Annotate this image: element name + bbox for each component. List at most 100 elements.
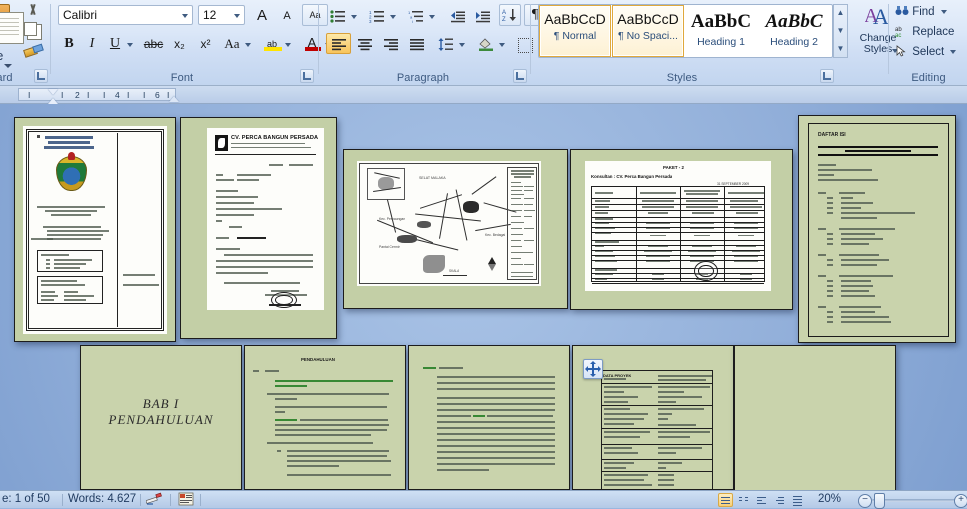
view-outline-button[interactable] [772, 493, 787, 507]
ruler-bar: I I 2 I I 4 I I 6 I [0, 86, 967, 111]
zoom-out-button[interactable]: − [858, 494, 872, 508]
page-thumbnail-data-table[interactable]: DATA PROYEK [572, 345, 734, 490]
cell-text [604, 408, 630, 410]
cell-text [644, 251, 672, 253]
format-painter-icon[interactable] [24, 44, 42, 58]
shrink-font-button[interactable]: A [275, 5, 299, 25]
proofing-errors-icon[interactable] [145, 492, 164, 509]
text-highlight-button[interactable]: ab [260, 33, 284, 54]
move-cursor-icon[interactable] [583, 359, 603, 379]
box-line [64, 291, 78, 293]
decrease-indent-button[interactable] [446, 5, 470, 26]
styles-dialog-launcher[interactable] [820, 69, 834, 83]
right-indent-marker[interactable] [169, 96, 179, 102]
font-name-combo[interactable]: Calibri [58, 5, 193, 25]
style-item-normal[interactable]: AaBbCcD ¶ Normal [539, 5, 611, 57]
more-styles-arrow[interactable]: ▼ [834, 41, 847, 57]
zoom-in-button[interactable]: + [954, 494, 967, 508]
toc-entry-title [841, 285, 873, 287]
sort-button[interactable]: AZ [499, 4, 521, 26]
body-text-line [437, 388, 555, 390]
ribbon: ste board Calibri 12 A A [0, 0, 967, 86]
cut-icon[interactable] [26, 4, 40, 18]
page-thumbnail-map[interactable]: SELAT MALAKA Kec. Perbaungan Kec. Bedaga… [343, 149, 568, 309]
find-button[interactable]: Find [895, 5, 947, 18]
underline-dropdown[interactable] [126, 33, 137, 54]
cell-text [658, 447, 702, 449]
change-case-dropdown[interactable] [244, 33, 255, 54]
view-print-layout-button[interactable] [718, 493, 733, 507]
bullets-dropdown[interactable] [350, 5, 361, 26]
copy-icon[interactable] [24, 22, 42, 40]
align-center-button[interactable] [352, 33, 377, 54]
page-indicator[interactable]: e: 1 of 50 [2, 493, 50, 505]
page-thumbnail-cover[interactable] [14, 117, 176, 342]
legend-entry [511, 222, 524, 224]
first-line-indent-marker[interactable] [48, 89, 58, 95]
grow-font-button[interactable]: A [250, 5, 274, 25]
page-thumbnail-body[interactable] [408, 345, 570, 490]
numbering-dropdown[interactable] [389, 5, 400, 26]
cover-box-2 [37, 276, 103, 304]
line-spacing-dropdown[interactable] [458, 33, 469, 54]
ruler-tick: I [28, 90, 31, 100]
align-left-button[interactable] [326, 33, 351, 54]
highlight-dropdown[interactable] [284, 33, 295, 54]
strikethrough-button[interactable]: abc [141, 33, 166, 54]
replace-button[interactable]: ab ac Replace [895, 25, 954, 39]
superscript-button[interactable]: x² [193, 33, 218, 54]
document-thumbnail-workspace[interactable]: CV. PERCA BANGUN PERSADA SELAT MALAKA Ke… [0, 104, 967, 490]
horizontal-ruler[interactable]: I I 2 I I 4 I I 6 I [18, 88, 179, 111]
word-count[interactable]: Words: 4.627 [68, 493, 136, 505]
italic-button[interactable]: I [81, 33, 103, 54]
toc-entry-title [839, 254, 879, 256]
legend-entry [511, 216, 521, 218]
style-item-heading-2[interactable]: AaBbC Heading 2 [758, 5, 830, 57]
style-item-heading-1[interactable]: AaBbC Heading 1 [685, 5, 757, 57]
zoom-slider-handle[interactable] [874, 493, 885, 509]
line-spacing-button[interactable] [434, 33, 458, 54]
cell-text [740, 279, 752, 281]
bold-button[interactable]: B [58, 33, 80, 54]
select-button[interactable]: Select [895, 45, 957, 58]
subscript-button[interactable]: x₂ [167, 33, 192, 54]
bullets-button[interactable] [326, 5, 350, 26]
shading-button[interactable] [474, 33, 498, 54]
cell-text [604, 431, 650, 433]
page-thumbnail-letter[interactable]: CV. PERCA BANGUN PERSADA [180, 117, 337, 339]
multilevel-list-button[interactable]: 1 a i [404, 5, 428, 26]
cell-text [658, 413, 672, 415]
underline-button[interactable]: U [104, 33, 126, 54]
page-thumbnail-intro[interactable]: PENDAHULUAN [244, 345, 406, 490]
legend-entry [511, 210, 522, 212]
page-thumbnail-toc[interactable]: DAFTAR ISI [798, 115, 956, 343]
page-thumbnail-chapter[interactable]: BAB I PENDAHULUAN [80, 345, 242, 490]
page-thumbnail-blank[interactable] [734, 345, 896, 490]
shading-dropdown[interactable] [498, 33, 509, 54]
view-web-layout-button[interactable] [754, 493, 769, 507]
align-right-button[interactable] [378, 33, 403, 54]
zoom-level-label[interactable]: 20% [818, 493, 841, 505]
paragraph-dialog-launcher[interactable] [513, 69, 527, 83]
change-case-button[interactable]: Aa [220, 33, 244, 54]
view-full-screen-reading-button[interactable] [736, 493, 751, 507]
clipboard-dialog-launcher[interactable] [34, 69, 48, 83]
style-item-no-spacing[interactable]: AaBbCcD ¶ No Spaci... [612, 5, 684, 57]
view-draft-button[interactable] [790, 493, 805, 507]
status-separator [170, 494, 171, 506]
numbering-button[interactable]: 1 2 3 [365, 5, 389, 26]
status-separator [140, 494, 141, 506]
font-size-combo[interactable]: 12 [198, 5, 245, 25]
scroll-up-arrow[interactable]: ▲ [834, 5, 847, 21]
page-thumbnail-table[interactable]: PAKET - 2 Konsultan : CV. Perca Bangun P… [570, 149, 793, 310]
styles-gallery-scrollbar[interactable]: ▲ ▼ ▼ [833, 4, 848, 58]
legend-entry [511, 198, 521, 200]
font-dialog-launcher[interactable] [300, 69, 314, 83]
language-icon[interactable] [178, 492, 194, 509]
multilevel-list-dropdown[interactable] [428, 5, 439, 26]
justify-button[interactable] [404, 33, 429, 54]
subscript-label: x₂ [174, 37, 185, 51]
styles-gallery[interactable]: AaBbCcD ¶ Normal AaBbCcD ¶ No Spaci... A… [538, 4, 833, 58]
scroll-down-arrow[interactable]: ▼ [834, 23, 847, 39]
increase-indent-button[interactable] [471, 5, 495, 26]
